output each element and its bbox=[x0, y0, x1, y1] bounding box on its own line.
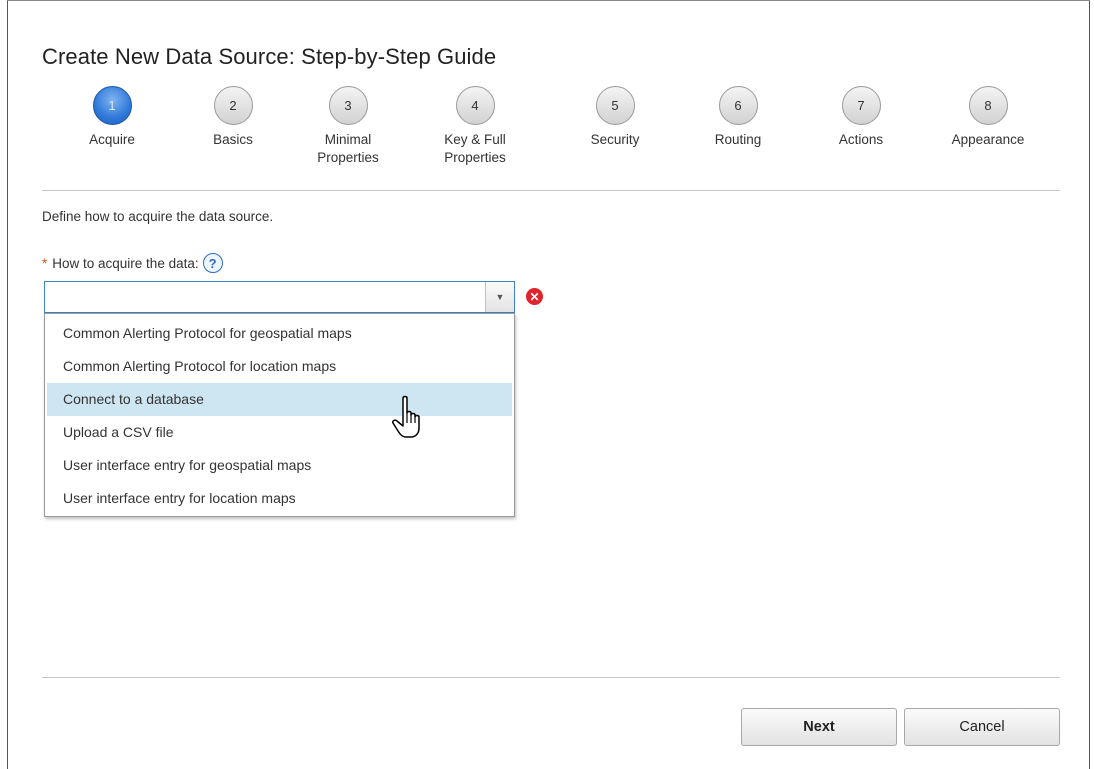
dialog-left-border bbox=[7, 0, 8, 769]
step-actions[interactable]: 7 Actions bbox=[801, 86, 921, 149]
step-number-circle: 3 bbox=[328, 86, 368, 125]
error-icon: ✕ bbox=[526, 288, 543, 305]
step-basics[interactable]: 2 Basics bbox=[173, 86, 293, 149]
dropdown-option[interactable]: User interface entry for geospatial maps bbox=[47, 449, 512, 482]
step-label: Security bbox=[590, 132, 640, 147]
step-routing[interactable]: 6 Routing bbox=[678, 86, 798, 149]
step-number-circle: 5 bbox=[595, 86, 635, 125]
dialog-top-border bbox=[7, 0, 1090, 1]
step-label: Minimal Properties bbox=[317, 132, 379, 165]
step-label: Actions bbox=[838, 132, 884, 147]
acquire-field-label: * How to acquire the data: ? bbox=[42, 253, 223, 273]
step-label: Acquire bbox=[89, 132, 135, 147]
chevron-down-icon: ▼ bbox=[495, 292, 505, 302]
step-security[interactable]: 5 Security bbox=[555, 86, 675, 149]
dropdown-option-hovered[interactable]: Connect to a database bbox=[47, 383, 512, 416]
cancel-button[interactable]: Cancel bbox=[904, 708, 1060, 746]
step-label: Appearance bbox=[951, 132, 1025, 147]
dropdown-option[interactable]: Common Alerting Protocol for location ma… bbox=[47, 350, 512, 383]
step-wizard: 1 Acquire 2 Basics 3 Minimal Properties … bbox=[42, 86, 1060, 186]
step-number-circle: 4 bbox=[455, 86, 495, 125]
step-minimal-properties[interactable]: 3 Minimal Properties bbox=[298, 86, 398, 167]
field-label-text: How to acquire the data: bbox=[52, 255, 199, 271]
step-label: Key & Full Properties bbox=[444, 132, 506, 165]
step-key-full-properties[interactable]: 4 Key & Full Properties bbox=[425, 86, 525, 167]
dropdown-option[interactable]: User interface entry for location maps bbox=[47, 482, 512, 515]
hand-pointer-cursor-icon bbox=[392, 395, 420, 438]
step-label: Routing bbox=[714, 132, 762, 147]
dropdown-option[interactable]: Common Alerting Protocol for geospatial … bbox=[47, 317, 512, 350]
dropdown-list: Common Alerting Protocol for geospatial … bbox=[44, 313, 515, 517]
dialog-title: Create New Data Source: Step-by-Step Gui… bbox=[42, 44, 497, 69]
step-number-circle: 7 bbox=[841, 86, 881, 125]
help-icon[interactable]: ? bbox=[202, 253, 223, 273]
required-marker: * bbox=[42, 255, 48, 271]
step-number-circle: 8 bbox=[968, 86, 1008, 125]
step-label: Basics bbox=[213, 132, 253, 147]
next-button[interactable]: Next bbox=[741, 708, 897, 746]
intro-text: Define how to acquire the data source. bbox=[42, 209, 274, 224]
dialog-right-border bbox=[1089, 0, 1090, 769]
combobox-input[interactable] bbox=[45, 282, 485, 312]
step-acquire[interactable]: 1 Acquire bbox=[52, 86, 172, 149]
dropdown-option[interactable]: Upload a CSV file bbox=[47, 416, 512, 449]
step-number-circle: 6 bbox=[718, 86, 758, 125]
step-number-circle: 2 bbox=[213, 86, 253, 125]
step-number-circle: 1 bbox=[92, 86, 132, 125]
divider bbox=[42, 677, 1060, 678]
step-appearance[interactable]: 8 Appearance bbox=[928, 86, 1048, 149]
acquire-method-combobox[interactable]: ▼ bbox=[44, 281, 515, 313]
dropdown-arrow-button[interactable]: ▼ bbox=[485, 282, 514, 312]
divider bbox=[42, 190, 1060, 191]
